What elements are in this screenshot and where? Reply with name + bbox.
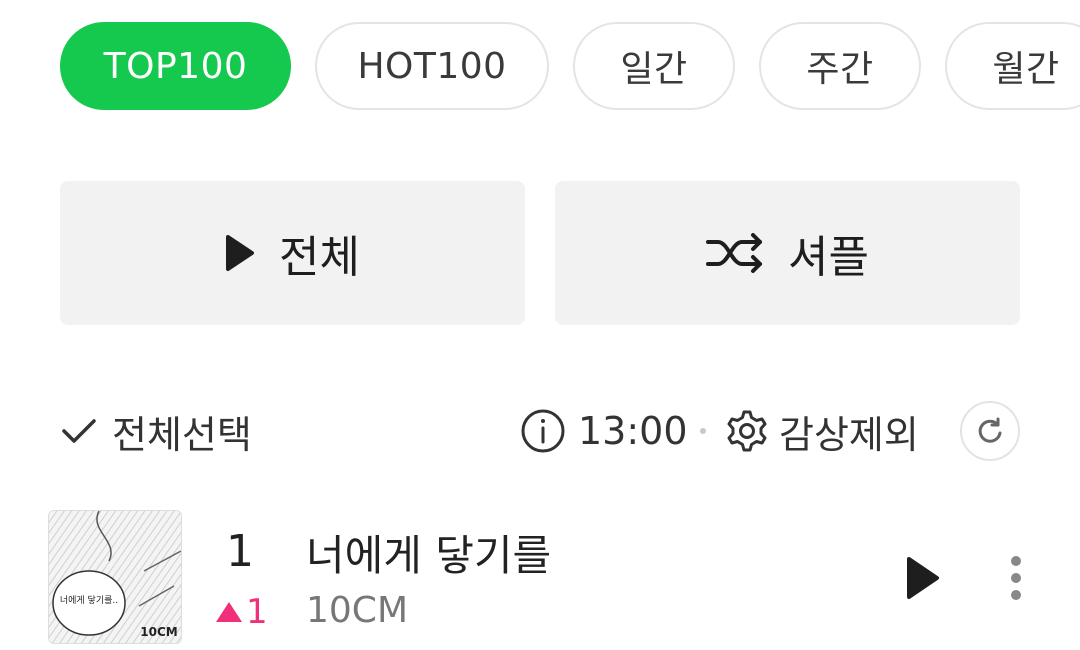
exclude-label: 감상제외 xyxy=(779,412,919,457)
tab-monthly[interactable]: 월간 xyxy=(945,22,1080,110)
exclude-settings-button[interactable]: 감상제외 xyxy=(725,400,919,462)
song-rank: 1 xyxy=(226,526,254,577)
refresh-button[interactable] xyxy=(960,401,1020,461)
more-dot-icon xyxy=(1011,590,1021,600)
check-icon xyxy=(60,416,98,446)
select-all-label: 전체선택 xyxy=(112,412,252,457)
list-options-bar: 전체선택 13:00 감상제외 xyxy=(60,400,1020,462)
song-play-button[interactable] xyxy=(898,550,948,606)
song-row[interactable]: 너에게 닿기를.. 10CM 1 1 너에게 닿기를 10CM xyxy=(48,510,1080,650)
album-bubble-text: 너에게 닿기를.. xyxy=(60,594,118,606)
play-all-button[interactable]: 전체 xyxy=(60,181,525,325)
tab-hot100[interactable]: HOT100 xyxy=(315,22,549,110)
album-art[interactable]: 너에게 닿기를.. 10CM xyxy=(48,510,182,644)
more-options-button[interactable] xyxy=(996,550,1036,606)
gear-icon xyxy=(725,409,769,453)
tab-weekly[interactable]: 주간 xyxy=(759,22,921,110)
info-icon xyxy=(520,408,566,454)
rank-change: 1 xyxy=(216,592,268,632)
shuffle-icon xyxy=(706,233,764,273)
update-time-label: 13:00 xyxy=(578,409,688,453)
update-time[interactable]: 13:00 xyxy=(520,400,688,462)
tab-top100[interactable]: TOP100 xyxy=(60,22,291,110)
refresh-icon xyxy=(976,417,1004,445)
select-all-button[interactable]: 전체선택 xyxy=(60,400,252,462)
play-icon xyxy=(225,234,255,272)
play-icon xyxy=(906,556,940,600)
album-logo-text: 10CM xyxy=(140,625,177,639)
shuffle-button[interactable]: 셔플 xyxy=(555,181,1020,325)
more-dot-icon xyxy=(1011,573,1021,583)
song-title[interactable]: 너에게 닿기를 xyxy=(306,522,551,583)
song-artist[interactable]: 10CM xyxy=(306,590,408,631)
play-all-label: 전체 xyxy=(279,232,360,283)
rank-up-icon xyxy=(216,602,242,622)
chart-tab-bar: TOP100 HOT100 일간 주간 월간 xyxy=(60,22,1080,112)
more-dot-icon xyxy=(1011,556,1021,566)
separator-dot xyxy=(700,428,706,434)
rank-change-value: 1 xyxy=(246,592,268,632)
shuffle-label: 셔플 xyxy=(788,232,869,283)
tab-daily[interactable]: 일간 xyxy=(573,22,735,110)
